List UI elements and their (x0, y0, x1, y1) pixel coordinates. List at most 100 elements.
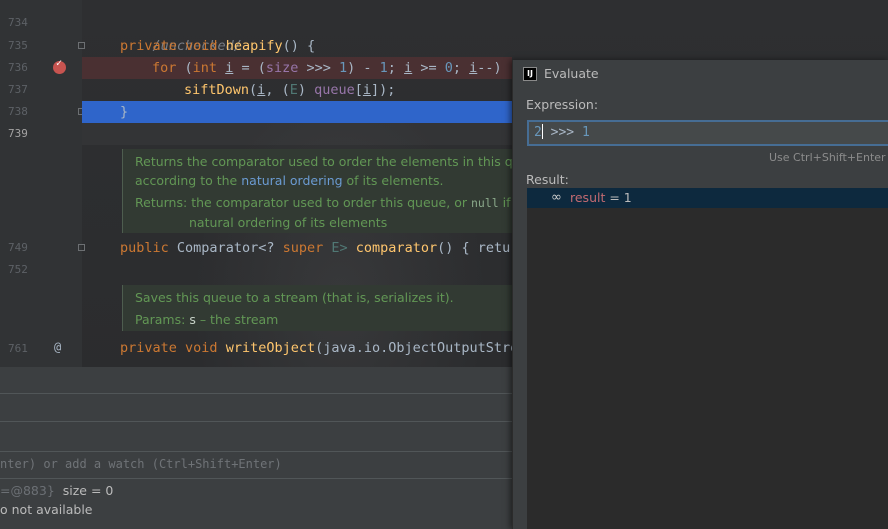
keyword: public (120, 240, 169, 256)
code-line-736-breakpoint: for (int i = (size >>> 1) - 1; i >= 0; i… (82, 57, 512, 79)
variable-row[interactable]: =@883} size = 0 (0, 483, 113, 498)
method-name: heapify (225, 38, 283, 54)
variable: i (404, 60, 413, 76)
number: 1 (339, 60, 348, 76)
code-text: ]); (371, 82, 396, 98)
code-text: >= (412, 60, 445, 76)
type-parameter: E (289, 82, 298, 98)
method-name: writeObject (225, 340, 316, 356)
expression-operator: >>> (542, 125, 582, 140)
line-number: 735 (8, 39, 28, 52)
code-line-737: siftDown(i, (E) queue[i]); (82, 79, 512, 101)
doc-text: natural ordering of its elements (189, 215, 388, 230)
panel-divider (0, 478, 512, 479)
number: 0 (444, 60, 453, 76)
glasses-icon: ∞ (551, 190, 562, 205)
doc-text: the comparator used to order this queue,… (191, 195, 467, 210)
line-number: 749 (8, 241, 28, 254)
code-text: [ (354, 82, 363, 98)
code-line-735: private void heapify() { (82, 35, 512, 57)
panel-divider (0, 393, 512, 394)
doc-text: of its elements. (342, 173, 444, 188)
doc-param-name: s (189, 312, 196, 327)
expression-operand: 1 (581, 125, 590, 140)
result-label: Result: (526, 172, 569, 187)
code-text: } (120, 104, 129, 120)
result-value: = 1 (605, 190, 632, 205)
type-name: Comparator<? (176, 240, 275, 256)
code-line-734: /unchecked/ (82, 13, 512, 54)
intellij-logo-icon: IJ (523, 67, 537, 81)
code-text: ( (249, 82, 258, 98)
code-editor[interactable]: /unchecked/ private void heapify() { for… (82, 0, 522, 367)
dialog-title-bar[interactable]: IJ Evaluate (513, 60, 888, 88)
code-text: ) (297, 82, 315, 98)
panel-divider (0, 421, 512, 422)
expression-input[interactable]: 2 >>> 1 (527, 120, 888, 146)
field: queue (314, 82, 355, 98)
variable-value: size = 0 (62, 483, 114, 498)
code-text: , ( (265, 82, 290, 98)
doc-text: – the stream (199, 312, 279, 327)
object-ref: =@883} (0, 483, 55, 498)
doc-returns-label: Returns: (135, 195, 188, 210)
line-number: 738 (8, 105, 28, 118)
dialog-title: Evaluate (544, 66, 599, 81)
variable: i (362, 82, 372, 98)
doc-text: according to the (135, 173, 242, 188)
type-parameter: E> (331, 240, 348, 256)
keyword: int (192, 60, 218, 76)
result-row[interactable]: ∞ result = 1 (527, 188, 888, 208)
line-number: 761 (8, 342, 28, 355)
code-text: ) - (347, 60, 380, 76)
override-annotation-icon[interactable]: @ (54, 340, 61, 354)
keyword: super (282, 240, 324, 256)
field: size (265, 60, 299, 76)
result-tree[interactable]: ∞ result = 1 (527, 188, 888, 529)
code-text: ; (452, 60, 470, 76)
expression-operand: 2 (534, 125, 542, 140)
expression-label: Expression: (526, 97, 599, 112)
code-text: = ( (233, 60, 266, 76)
doc-returns: Returns: the comparator used to order th… (135, 193, 522, 213)
code-text: ; (387, 60, 405, 76)
line-number: 737 (8, 83, 28, 96)
number: 1 (379, 60, 388, 76)
code-text: () { retur (437, 240, 519, 256)
code-line-761: private void writeObject(java.io.ObjectO… (82, 337, 518, 359)
keyword: for (152, 60, 177, 76)
result-name: result (570, 190, 606, 205)
line-number: 736 (8, 61, 28, 74)
line-number: 734 (8, 16, 28, 29)
code-line-738-execution-point: } (82, 101, 512, 123)
javadoc-comparator: Returns the comparator used to order the… (122, 149, 522, 233)
result-text: result = 1 (570, 190, 632, 205)
keyword: private void (120, 340, 218, 356)
evaluate-hint: Use Ctrl+Shift+Enter to (769, 151, 888, 164)
editor-gutter[interactable]: 734 735 736 737 738 739 749 752 761 @ (0, 0, 85, 367)
doc-code: null (470, 196, 499, 210)
method-name: comparator (355, 240, 438, 256)
natural-ordering-link[interactable]: natural ordering (241, 173, 342, 188)
code-text: ( (176, 60, 193, 76)
code-line-739-current (82, 123, 512, 145)
breakpoint-icon[interactable] (53, 58, 66, 74)
panel-divider (0, 451, 512, 452)
evaluate-dialog: IJ Evaluate Expression: 2 >>> 1 Use Ctrl… (512, 60, 888, 529)
watch-input[interactable]: nter) or add a watch (Ctrl+Shift+Enter) (0, 457, 282, 471)
keyword: private void (120, 38, 218, 54)
doc-params: Params: s – the stream (135, 310, 522, 329)
line-number: 739 (8, 127, 28, 140)
doc-text: Returns the comparator used to order the… (135, 154, 521, 169)
doc-text: according to the natural ordering of its… (135, 171, 522, 190)
code-text: --) (477, 60, 502, 76)
code-text: () { (282, 38, 316, 54)
doc-text: Saves this queue to a stream (that is, s… (135, 290, 454, 305)
variable-row[interactable]: o not available (0, 502, 93, 517)
code-text: (java.io.ObjectOutputStre (315, 340, 519, 356)
code-line-749: public Comparator<? super E> comparator(… (82, 237, 518, 259)
javadoc-writeobject: Saves this queue to a stream (that is, s… (122, 285, 522, 331)
method-name: siftDown (184, 82, 250, 98)
code-text: >>> (298, 60, 339, 76)
line-number: 752 (8, 263, 28, 276)
